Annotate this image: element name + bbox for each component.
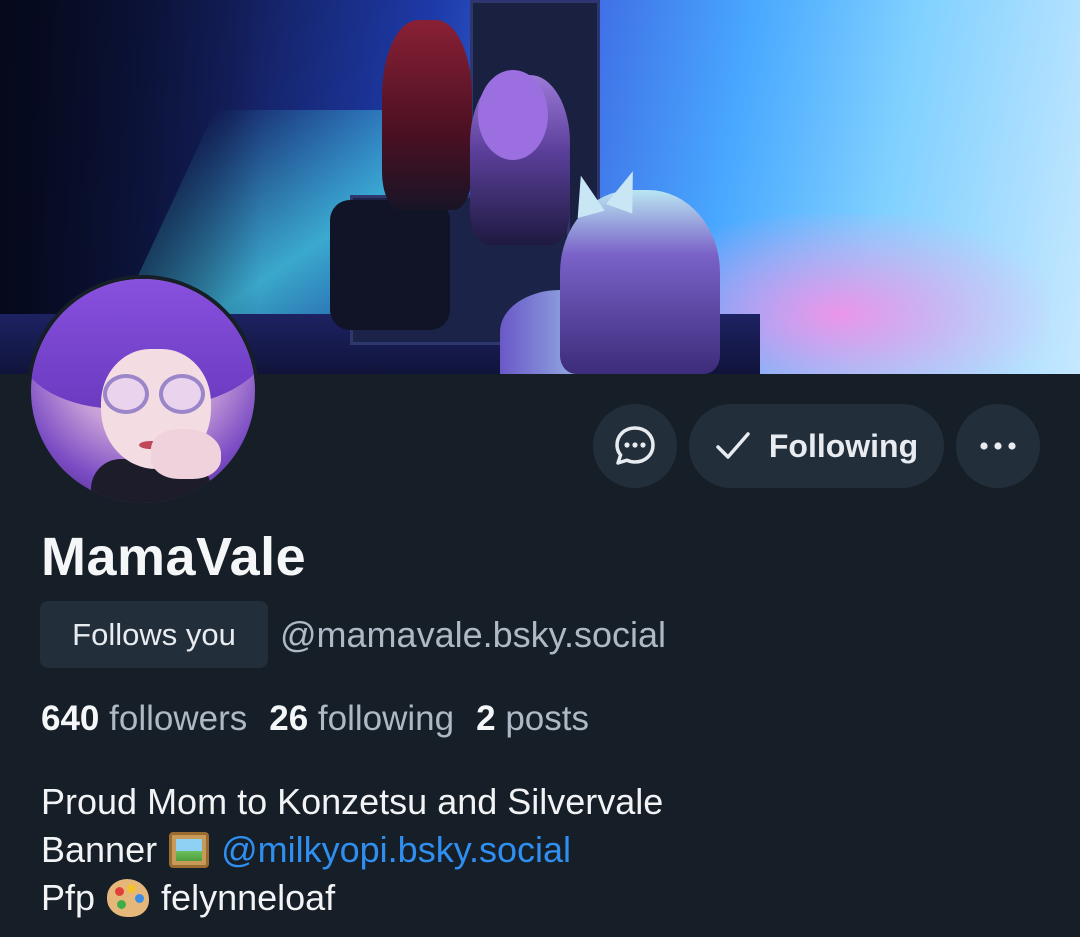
followers-count: 640	[41, 699, 100, 738]
bio-line-3: Pfp felynneloaf	[41, 874, 663, 922]
following-stat[interactable]: 26 following	[269, 699, 454, 739]
follows-you-badge: Follows you	[40, 601, 268, 668]
bio-text: Proud Mom to Konzetsu and Silvervale	[41, 781, 664, 822]
more-options-button[interactable]	[956, 404, 1040, 488]
bio-banner-label: Banner	[41, 829, 158, 870]
artist-palette-icon	[107, 879, 150, 917]
profile-stats: 640 followers 26 following 2 posts	[41, 699, 589, 739]
avatar-glasses-left	[103, 374, 149, 414]
following-count: 26	[269, 699, 309, 738]
followers-label: followers	[109, 699, 248, 738]
profile-avatar[interactable]	[27, 275, 259, 507]
following-button-label: Following	[768, 427, 919, 464]
banner-character-demon	[382, 20, 472, 210]
bio-mention-link[interactable]: @milkyopi.bsky.social	[221, 826, 571, 874]
banner-character-hair	[478, 70, 548, 160]
message-bubble-icon	[613, 424, 657, 468]
ellipsis-icon	[978, 441, 1018, 451]
following-label: following	[317, 699, 455, 738]
posts-count: 2	[476, 699, 496, 738]
avatar-hand	[151, 429, 221, 479]
profile-bio: Proud Mom to Konzetsu and Silvervale Ban…	[41, 778, 663, 922]
framed-picture-icon	[169, 832, 210, 868]
profile-handle[interactable]: @mamavale.bsky.social	[280, 614, 666, 656]
display-name: MamaVale	[41, 527, 307, 587]
avatar-image	[31, 279, 255, 503]
bio-pfp-credit: felynneloaf	[161, 877, 336, 918]
banner-character-fox	[560, 190, 720, 374]
posts-stat: 2 posts	[476, 699, 589, 739]
bio-line-2: Banner @milkyopi.bsky.social	[41, 826, 663, 874]
profile-page: Following MamaVale Follows you @mamavale…	[0, 0, 1080, 937]
avatar-glasses-right	[159, 374, 205, 414]
following-button[interactable]: Following	[689, 404, 944, 488]
banner-character-legs	[330, 200, 450, 330]
message-button[interactable]	[593, 404, 677, 488]
bio-line-1: Proud Mom to Konzetsu and Silvervale	[41, 778, 663, 826]
bio-pfp-label: Pfp	[41, 877, 96, 918]
check-icon	[715, 430, 751, 462]
followers-stat[interactable]: 640 followers	[41, 699, 247, 739]
posts-label: posts	[505, 699, 589, 738]
